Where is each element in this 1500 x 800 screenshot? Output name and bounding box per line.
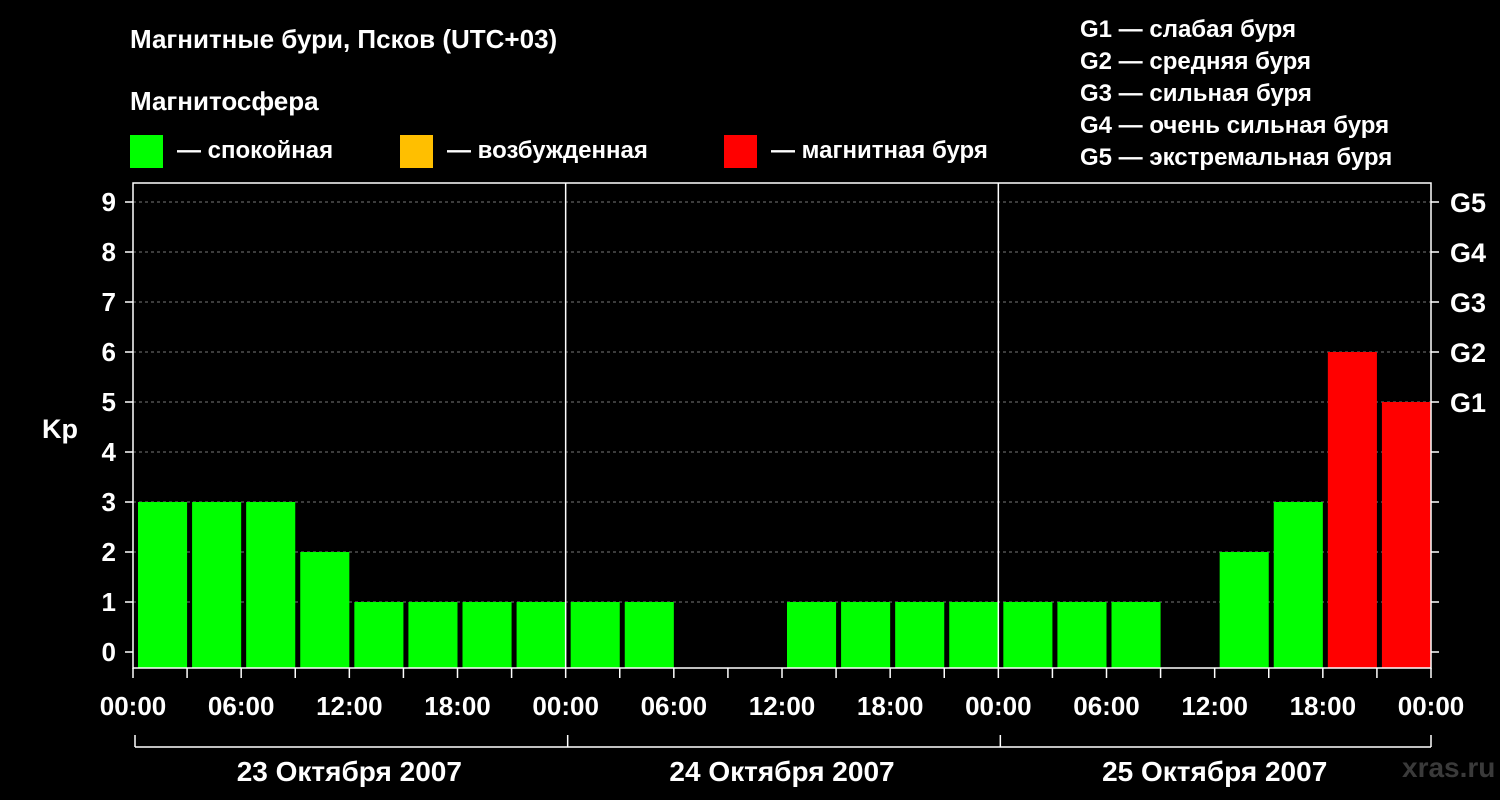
x-tick-label: 00:00: [532, 691, 599, 721]
watermark: xras.ru: [1402, 752, 1496, 783]
kp-bar: [1111, 602, 1161, 668]
y-tick-label: 5: [102, 387, 116, 417]
kp-bar: [1381, 402, 1431, 668]
kp-bar: [1057, 602, 1107, 668]
kp-bar: [246, 502, 296, 668]
kp-bar: [516, 602, 566, 668]
day-label: 23 Октября 2007: [237, 756, 462, 787]
x-tick-label: 12:00: [316, 691, 383, 721]
x-tick-label: 06:00: [641, 691, 708, 721]
x-tick-label: 06:00: [1073, 691, 1140, 721]
x-tick-label: 00:00: [965, 691, 1032, 721]
kp-bar: [624, 602, 674, 668]
x-tick-label: 12:00: [1181, 691, 1248, 721]
kp-bar: [1273, 502, 1323, 668]
kp-bar: [570, 602, 620, 668]
x-tick-label: 18:00: [1290, 691, 1357, 721]
y-tick-label: 4: [102, 437, 117, 467]
g-level-label: G1: [1450, 388, 1486, 418]
kp-bar: [949, 602, 999, 668]
x-tick-label: 00:00: [100, 691, 167, 721]
g-level-label: G5: [1450, 188, 1486, 218]
x-tick-label: 12:00: [749, 691, 816, 721]
x-tick-label: 06:00: [208, 691, 275, 721]
g-level-label: G2: [1450, 338, 1486, 368]
y-tick-label: 1: [102, 587, 116, 617]
day-label: 25 Октября 2007: [1102, 756, 1327, 787]
y-tick-label: 6: [102, 337, 116, 367]
kp-bar: [841, 602, 891, 668]
y-tick-label: 9: [102, 187, 116, 217]
kp-bar: [787, 602, 837, 668]
day-label: 24 Октября 2007: [669, 756, 894, 787]
x-tick-label: 18:00: [424, 691, 491, 721]
y-tick-label: 8: [102, 237, 116, 267]
kp-bar: [895, 602, 945, 668]
kp-bar-chart: 0 1 2 3 4 5 6 7 8 9 G1 G2 G3 G4 G5 Kp 00:00 06:00 12:00 18:…: [42, 182, 1486, 787]
kp-bar: [1003, 602, 1053, 668]
kp-bar: [354, 602, 404, 668]
x-tick-label: 00:00: [1398, 691, 1465, 721]
kp-bar: [138, 502, 188, 668]
y-tick-label: 2: [102, 537, 116, 567]
g-level-label: G3: [1450, 288, 1486, 318]
g-level-label: G4: [1450, 238, 1486, 268]
kp-bar: [192, 502, 242, 668]
kp-bar: [462, 602, 512, 668]
y-axis-label: Kp: [42, 414, 78, 444]
kp-bar: [1219, 552, 1269, 668]
x-tick-label: 18:00: [857, 691, 924, 721]
y-tick-label: 3: [102, 487, 116, 517]
kp-bar: [408, 602, 458, 668]
y-tick-label: 0: [102, 637, 116, 667]
y-tick-label: 7: [102, 287, 116, 317]
kp-bar: [300, 552, 350, 668]
kp-bar: [1327, 352, 1377, 668]
